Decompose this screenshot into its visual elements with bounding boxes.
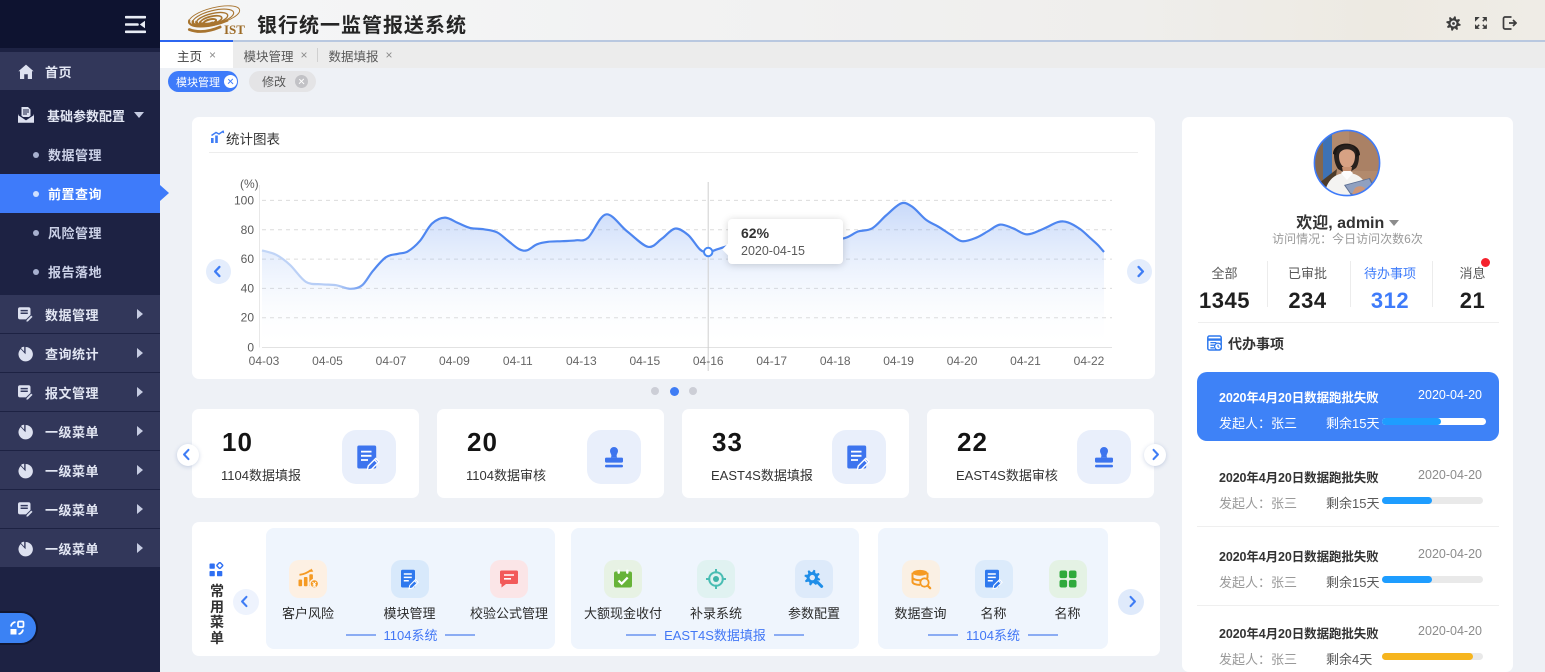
svg-text:80: 80 — [241, 223, 255, 237]
svg-text:0: 0 — [247, 341, 254, 355]
svg-text:04-05: 04-05 — [312, 354, 343, 368]
svg-text:04-21: 04-21 — [1010, 354, 1041, 368]
svg-text:04-11: 04-11 — [503, 354, 533, 368]
svg-text:04-22: 04-22 — [1074, 354, 1105, 368]
svg-text:04-16: 04-16 — [693, 354, 724, 368]
svg-text:04-19: 04-19 — [883, 354, 914, 368]
svg-text:04-15: 04-15 — [629, 354, 660, 368]
svg-text:IST: IST — [224, 22, 245, 37]
svg-text:04-17: 04-17 — [756, 354, 787, 368]
svg-text:04-13: 04-13 — [566, 354, 597, 368]
svg-text:100: 100 — [234, 193, 254, 207]
svg-text:04-03: 04-03 — [249, 354, 280, 368]
svg-text:20: 20 — [241, 311, 255, 325]
svg-text:04-18: 04-18 — [820, 354, 851, 368]
svg-text:60: 60 — [241, 252, 255, 266]
svg-text:(%): (%) — [240, 177, 259, 191]
svg-text:40: 40 — [241, 281, 255, 295]
svg-text:04-09: 04-09 — [439, 354, 470, 368]
svg-text:04-07: 04-07 — [376, 354, 407, 368]
svg-text:04-20: 04-20 — [947, 354, 978, 368]
